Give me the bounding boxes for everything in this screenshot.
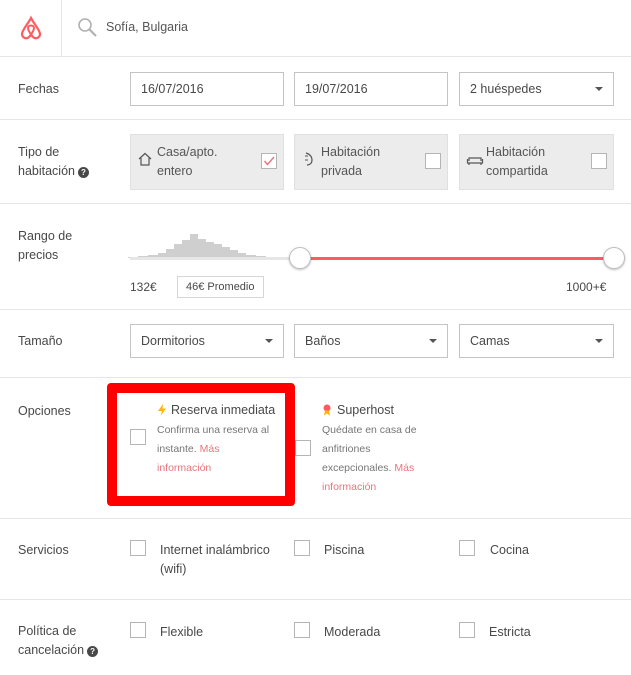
bedrooms-select[interactable]: Dormitorios [130, 324, 284, 358]
price-track-active [300, 257, 614, 260]
room-option-line1: Habitación [486, 145, 546, 159]
airbnb-logo-icon [20, 15, 42, 40]
price-min-handle[interactable] [289, 247, 311, 269]
room-option-text: Casa/apto. entero [157, 143, 217, 181]
checkout-value: 19/07/2016 [305, 82, 368, 96]
search-icon[interactable] [77, 17, 99, 39]
superhost-description: Quédate en casa de anfitriones excepcion… [322, 421, 417, 497]
superhost-badge-icon [323, 404, 331, 416]
amenities-label: Servicios [18, 543, 69, 557]
room-option-shared-room[interactable]: Habitación compartida [459, 134, 614, 190]
strict-label: Estricta [489, 625, 531, 639]
entire-home-checkbox[interactable] [261, 153, 277, 169]
couch-icon [466, 157, 484, 165]
pool-label: Piscina [324, 543, 365, 557]
guests-value: 2 huéspedes [470, 82, 542, 96]
flexible-label: Flexible [160, 625, 204, 639]
room-option-text: Habitación privada [321, 143, 380, 181]
door-icon [305, 152, 313, 166]
room-type-label-line1: Tipo de [18, 145, 60, 159]
wifi-label-line1: Internet inalámbrico [160, 543, 270, 557]
checkin-value: 16/07/2016 [141, 82, 204, 96]
price-label: Rango de precios [18, 227, 72, 265]
help-icon[interactable]: ? [78, 167, 89, 178]
price-label-line2: precios [18, 248, 59, 262]
superhost-desc-line3: excepcionales. [322, 462, 392, 474]
beds-value: Camas [470, 334, 510, 348]
room-option-private-room[interactable]: Habitación privada [294, 134, 448, 190]
superhost-checkbox[interactable] [295, 440, 311, 456]
help-icon[interactable]: ? [87, 646, 99, 657]
superhost-more-link-2[interactable]: información [322, 481, 376, 493]
room-type-label: Tipo de habitación? [18, 143, 89, 181]
size-label: Tamaño [18, 334, 63, 348]
bathrooms-value: Baños [305, 334, 341, 348]
chevron-down-icon [429, 339, 437, 343]
moderate-label: Moderada [324, 625, 381, 639]
guests-select[interactable]: 2 huéspedes [459, 72, 614, 106]
kitchen-label: Cocina [490, 543, 529, 557]
location-text[interactable]: Sofía, Bulgaria [106, 20, 188, 34]
chevron-down-icon [265, 339, 273, 343]
superhost-more-link[interactable]: Más [394, 462, 414, 474]
cancellation-label-line1: Política de [18, 624, 77, 638]
home-icon [138, 152, 152, 166]
highlight-box [107, 383, 295, 506]
superhost-title: Superhost [337, 403, 394, 417]
private-room-checkbox[interactable] [425, 153, 441, 169]
strict-checkbox[interactable] [459, 622, 475, 638]
cancellation-label-line2: cancelación [18, 643, 85, 657]
chevron-down-icon [595, 339, 603, 343]
room-option-entire-home[interactable]: Casa/apto. entero [130, 134, 284, 190]
check-icon [263, 156, 275, 166]
pool-checkbox[interactable] [294, 540, 310, 556]
checkin-input[interactable]: 16/07/2016 [130, 72, 284, 106]
room-option-line1: Casa/apto. [157, 145, 218, 159]
dates-label: Fechas [18, 82, 59, 96]
kitchen-checkbox[interactable] [459, 540, 475, 556]
price-histogram [128, 234, 286, 258]
price-min-value: 132€ [130, 280, 157, 294]
chevron-down-icon [595, 87, 603, 91]
room-type-label-line2: habitación [18, 164, 75, 178]
moderate-checkbox[interactable] [294, 622, 310, 638]
wifi-checkbox[interactable] [130, 540, 146, 556]
cancellation-row: Política de cancelación? [0, 600, 631, 675]
shared-room-checkbox[interactable] [591, 153, 607, 169]
bathrooms-select[interactable]: Baños [294, 324, 448, 358]
room-option-text: Habitación compartida [486, 143, 548, 181]
superhost-desc-line2: anfitriones [322, 443, 371, 455]
options-row: Opciones [0, 378, 631, 519]
price-max-handle[interactable] [603, 247, 625, 269]
room-option-line2: entero [157, 164, 193, 178]
room-option-line2: compartida [486, 164, 548, 178]
airbnb-logo[interactable] [0, 0, 62, 57]
flexible-checkbox[interactable] [130, 622, 146, 638]
price-max-value: 1000+€ [566, 280, 607, 294]
cancellation-label: Política de cancelación? [18, 622, 99, 660]
bedrooms-value: Dormitorios [141, 334, 205, 348]
checkout-input[interactable]: 19/07/2016 [294, 72, 448, 106]
room-option-line1: Habitación [321, 145, 381, 159]
header-bar: Sofía, Bulgaria [0, 0, 631, 57]
room-option-line2: privada [321, 164, 362, 178]
wifi-label-line2: (wifi) [160, 562, 187, 576]
price-average-badge: 46€ Promedio [177, 276, 264, 298]
amenities-row: Servicios [0, 519, 631, 600]
beds-select[interactable]: Camas [459, 324, 614, 358]
superhost-desc-line1: Quédate en casa de [322, 424, 417, 436]
wifi-label: Internet inalámbrico (wifi) [160, 541, 270, 579]
options-label: Opciones [18, 404, 71, 418]
price-label-line1: Rango de [18, 229, 73, 243]
